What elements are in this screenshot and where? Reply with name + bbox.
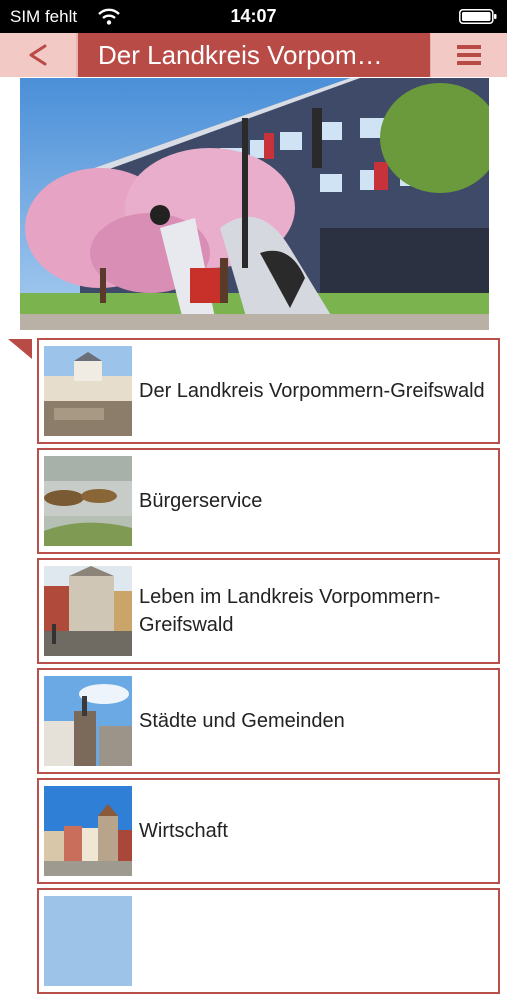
status-bar: SIM fehlt 14:07 <box>0 0 507 33</box>
back-chevron-icon <box>29 44 47 66</box>
back-button[interactable] <box>0 33 76 77</box>
list-item[interactable]: Wirtschaft <box>37 778 500 884</box>
list-item-label: Der Landkreis Vorpommern-Greifswald <box>139 380 485 402</box>
thumbnail-image <box>44 456 132 546</box>
clock: 14:07 <box>230 6 277 26</box>
thumbnail-image <box>44 786 132 876</box>
corner-marker <box>8 339 32 359</box>
list-item[interactable]: Leben im Landkreis Vorpommern-Greifswald <box>37 558 500 664</box>
list-item[interactable]: Städte und Gemeinden <box>37 668 500 774</box>
menu-button[interactable] <box>431 33 507 77</box>
list-item[interactable] <box>37 888 500 994</box>
thumbnail-image <box>44 676 132 766</box>
page-title: Der Landkreis Vorpom… <box>78 33 430 77</box>
list-item[interactable]: Der Landkreis Vorpommern-Greifswald <box>37 338 500 444</box>
thumbnail-image <box>44 566 132 656</box>
list-item-label: Städte und Gemeinden <box>139 710 345 732</box>
hamburger-menu-icon <box>457 45 481 65</box>
list-item-label: Bürgerservice <box>139 490 263 512</box>
list-item-label: Leben im Landkreis Vorpommern-Greifswald <box>139 586 441 636</box>
list-item-label: Wirtschaft <box>139 820 228 842</box>
thumbnail-image <box>44 896 132 986</box>
list-item[interactable]: Bürgerservice <box>37 448 500 554</box>
hero-image <box>20 78 489 330</box>
thumbnail-image <box>44 346 132 436</box>
battery-icon <box>459 9 497 24</box>
